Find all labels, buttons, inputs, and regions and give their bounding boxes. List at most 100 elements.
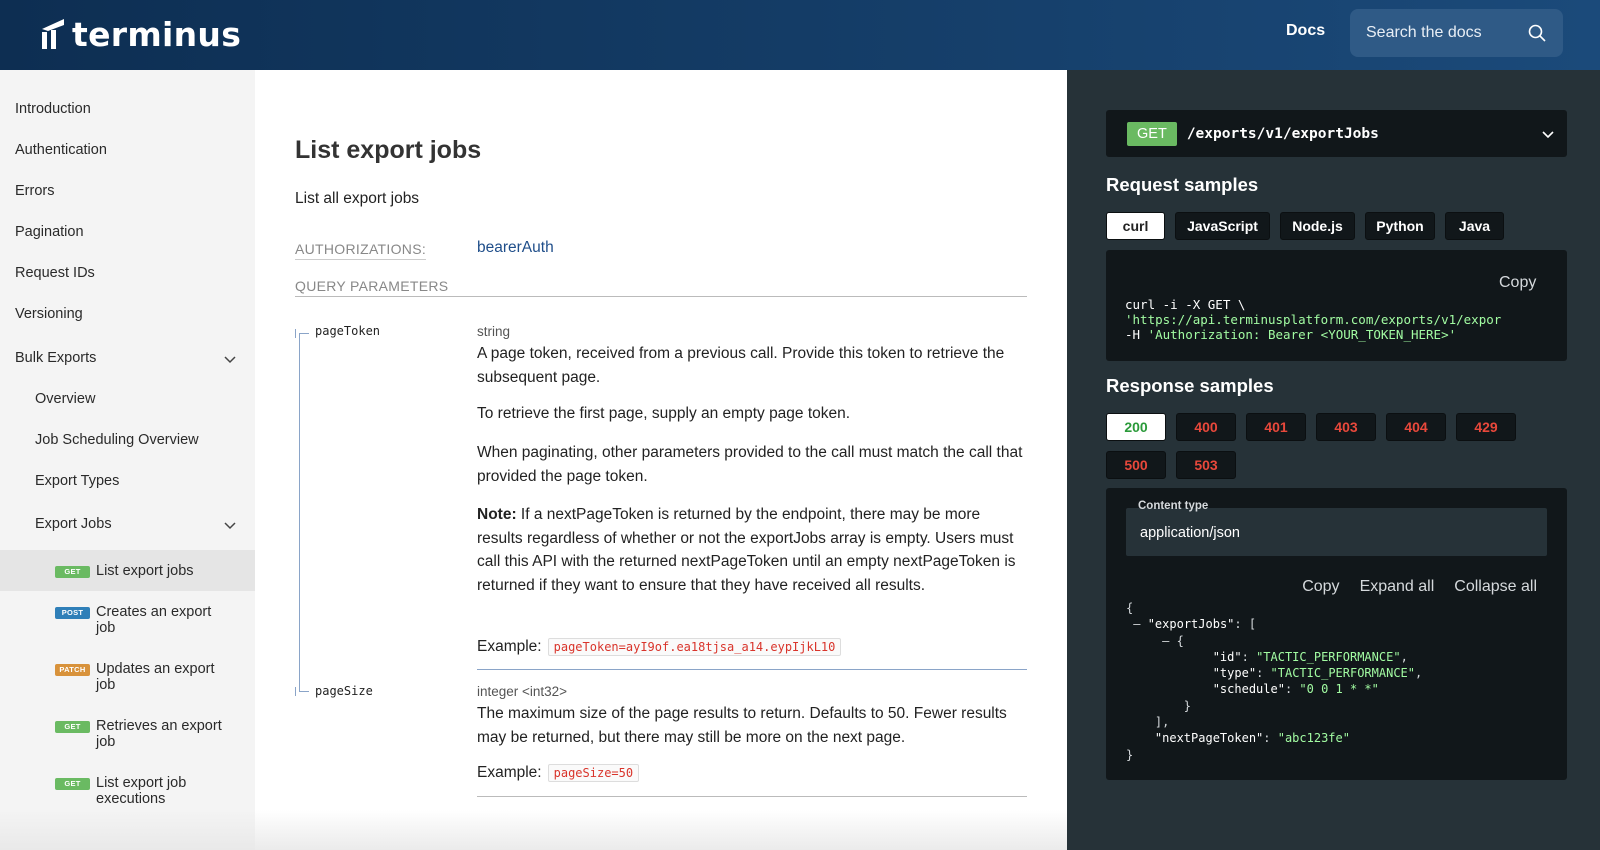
sidebar-endpoint-update-export-job[interactable]: PATCH Updates an export job <box>55 661 228 693</box>
sidebar-endpoint-label: Retrieves an export job <box>96 718 222 750</box>
code-line: 'https://api.terminusplatform.com/export… <box>1125 312 1502 327</box>
example-label: Example: <box>477 764 542 781</box>
chevron-down-icon[interactable] <box>1541 127 1555 141</box>
example-value: pageToken=ayI9of.ea18tjsa_a14.eypIjkL10 <box>547 638 842 656</box>
sidebar-item-export-types[interactable]: Export Types <box>35 473 119 489</box>
request-code-block: Copy curl -i -X GET \ 'https://api.termi… <box>1106 250 1567 361</box>
example-label: Example: <box>477 638 542 655</box>
top-bar: terminus Docs <box>0 0 1600 70</box>
tab-python[interactable]: Python <box>1365 212 1435 240</box>
search-input[interactable] <box>1366 24 1526 42</box>
method-badge: GET <box>55 721 90 733</box>
sidebar-item-versioning[interactable]: Versioning <box>15 306 83 322</box>
chevron-down-icon[interactable] <box>223 518 237 532</box>
docs-link[interactable]: Docs <box>1286 22 1325 40</box>
param-tree-line <box>299 333 300 691</box>
note-label: Note: <box>477 506 517 523</box>
tab-429[interactable]: 429 <box>1456 413 1516 441</box>
content-type-value: application/json <box>1140 525 1240 541</box>
param-description: To retrieve the first page, supply an em… <box>477 405 851 422</box>
sidebar-item-bulk-exports[interactable]: Bulk Exports <box>15 350 96 366</box>
sidebar-endpoint-label: Creates an export job <box>96 604 212 636</box>
tab-500[interactable]: 500 <box>1106 451 1166 479</box>
divider <box>477 796 1027 797</box>
search-icon[interactable] <box>1527 23 1547 43</box>
sidebar-item-errors[interactable]: Errors <box>15 183 54 199</box>
logo-text: terminus <box>72 14 242 54</box>
param-description: When paginating, other parameters provid… <box>477 444 1023 485</box>
tab-java[interactable]: Java <box>1445 212 1504 240</box>
sidebar: Introduction Authentication Errors Pagin… <box>0 70 255 850</box>
sidebar-endpoint-list-job-executions[interactable]: GET List export job executions <box>55 775 228 807</box>
param-tree-tick <box>299 333 309 334</box>
sidebar-item-authentication[interactable]: Authentication <box>15 142 107 158</box>
param-name-pagesize: pageSize <box>315 684 373 698</box>
sidebar-endpoint-create-export-job[interactable]: POST Creates an export job <box>55 604 228 636</box>
tab-200[interactable]: 200 <box>1106 413 1166 441</box>
sidebar-item-export-jobs[interactable]: Export Jobs <box>35 516 112 532</box>
chevron-down-icon[interactable] <box>223 352 237 366</box>
code-string: 'Authorization: Bearer <YOUR_TOKEN_HERE>… <box>1147 327 1457 342</box>
param-tree-tick <box>299 691 309 692</box>
response-actions: Copy Expand all Collapse all <box>1302 578 1537 596</box>
sidebar-item-introduction[interactable]: Introduction <box>15 101 91 117</box>
param-description: The maximum size of the page results to … <box>477 705 1007 746</box>
param-name-pagetoken: pageToken <box>315 324 381 338</box>
param-tree-cap <box>295 329 296 338</box>
endpoint-path: /exports/v1/exportJobs <box>1186 125 1379 142</box>
json-sample: { – "exportJobs": [ – { "id": "TACTIC_PE… <box>1126 601 1423 762</box>
param-note: Note: If a nextPageToken is returned by … <box>477 503 1027 597</box>
param-description: A page token, received from a previous c… <box>477 345 1005 386</box>
collapse-toggle[interactable]: – <box>1162 634 1169 648</box>
response-code-block: application/json Content type Copy Expan… <box>1106 488 1567 780</box>
method-badge: GET <box>1127 121 1177 146</box>
code-line: -H 'Authorization: Bearer <YOUR_TOKEN_HE… <box>1125 327 1456 342</box>
note-text: If a nextPageToken is returned by the en… <box>477 506 1016 594</box>
tab-404[interactable]: 404 <box>1386 413 1446 441</box>
sidebar-endpoint-retrieve-export-job[interactable]: GET Retrieves an export job <box>55 718 228 750</box>
page-description: List all export jobs <box>295 190 420 207</box>
content-type-label: Content type <box>1138 500 1209 512</box>
sidebar-endpoint-list-export-jobs[interactable]: GET List export jobs <box>55 563 228 579</box>
sidebar-item-job-scheduling-overview[interactable]: Job Scheduling Overview <box>35 432 199 448</box>
example-value: pageSize=50 <box>547 764 640 782</box>
param-type: integer <int32> <box>477 684 568 699</box>
tab-400[interactable]: 400 <box>1176 413 1236 441</box>
method-badge: GET <box>55 566 90 578</box>
collapse-all-button[interactable]: Collapse all <box>1454 578 1537 596</box>
collapse-toggle[interactable]: – <box>1133 617 1140 631</box>
divider <box>477 669 1027 670</box>
tab-503[interactable]: 503 <box>1176 451 1236 479</box>
sidebar-endpoint-label: List export job executions <box>96 775 187 807</box>
endpoint-selector[interactable]: GET /exports/v1/exportJobs <box>1106 110 1567 157</box>
sidebar-item-overview[interactable]: Overview <box>35 391 95 407</box>
sidebar-endpoint-label: List export jobs <box>96 563 194 579</box>
param-example: Example: pageSize=50 <box>477 764 640 782</box>
tab-403[interactable]: 403 <box>1316 413 1376 441</box>
expand-all-button[interactable]: Expand all <box>1360 578 1435 596</box>
method-badge: POST <box>55 607 90 619</box>
sidebar-item-request-ids[interactable]: Request IDs <box>15 265 95 281</box>
sidebar-endpoint-label: Updates an export job <box>96 661 215 693</box>
copy-button[interactable]: Copy <box>1499 274 1536 292</box>
tab-nodejs[interactable]: Node.js <box>1280 212 1355 240</box>
query-parameters-label: QUERY PARAMETERS <box>295 278 449 294</box>
param-type: string <box>477 324 511 339</box>
sidebar-item-pagination[interactable]: Pagination <box>15 224 84 240</box>
method-badge: PATCH <box>55 664 90 676</box>
content-type-select[interactable]: application/json <box>1126 508 1547 556</box>
authorizations-label: AUTHORIZATIONS: <box>295 241 427 260</box>
request-tabs: curl JavaScript Node.js Python Java <box>1106 212 1526 240</box>
response-samples-title: Response samples <box>1106 375 1274 396</box>
auth-scheme-link[interactable]: bearerAuth <box>477 239 554 257</box>
tab-javascript[interactable]: JavaScript <box>1175 212 1270 240</box>
tab-curl[interactable]: curl <box>1106 212 1165 240</box>
tab-401[interactable]: 401 <box>1246 413 1306 441</box>
copy-button[interactable]: Copy <box>1302 578 1339 596</box>
code-line: curl -i -X GET \ <box>1125 297 1246 312</box>
code-flag: -H <box>1125 327 1148 342</box>
param-example: Example: pageToken=ayI9of.ea18tjsa_a14.e… <box>477 638 842 656</box>
logo[interactable]: terminus <box>38 14 241 54</box>
request-samples-title: Request samples <box>1106 174 1259 195</box>
search-box[interactable] <box>1350 9 1563 57</box>
